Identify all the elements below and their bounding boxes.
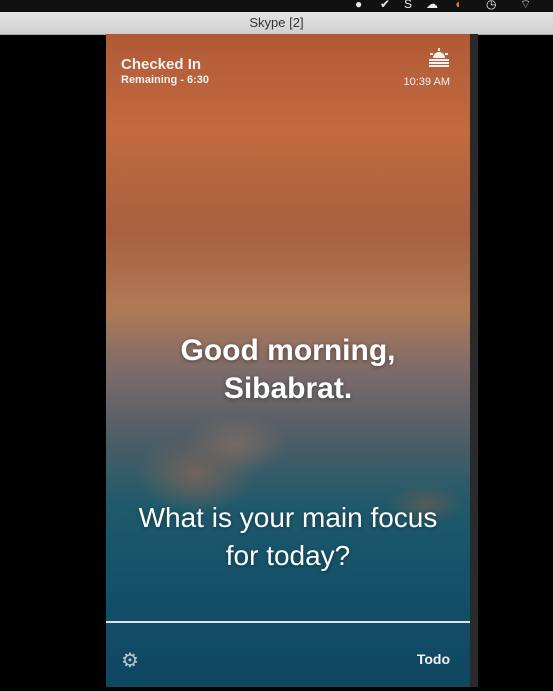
skype-icon[interactable]: S <box>404 0 412 11</box>
focus-prompt-line-2: for today? <box>225 540 351 571</box>
cloud-icon[interactable]: ☁ <box>426 0 438 11</box>
checkin-status[interactable]: Checked In Remaining - 6:30 <box>121 56 209 86</box>
window-title: Skype [2] <box>0 12 553 35</box>
sunrise-icon <box>429 48 449 67</box>
clock-time: 10:39 AM <box>403 76 450 88</box>
weather-time: 10:39 AM <box>404 48 450 88</box>
menu-bar: ● ✔ S ☁ ◖ ◷ ⌔ <box>0 0 553 12</box>
focus-input-underline[interactable] <box>106 621 470 623</box>
chat-icon[interactable]: ● <box>355 0 362 11</box>
focus-prompt-line-1: What is your main focus <box>138 502 438 533</box>
app-icon[interactable]: ◖ <box>454 0 461 11</box>
checked-in-label: Checked In <box>121 56 202 73</box>
check-icon[interactable]: ✔ <box>380 0 390 11</box>
todo-button[interactable]: Todo <box>417 651 450 667</box>
time-machine-icon[interactable]: ◷ <box>486 0 496 11</box>
greeting-line-2: Sibabrat. <box>223 372 353 405</box>
remaining-time: Remaining - 6:30 <box>121 74 210 86</box>
greeting: Good morning, Sibabrat. <box>106 332 470 408</box>
wifi-icon[interactable]: ⌔ <box>520 0 531 12</box>
window-edge <box>470 34 478 687</box>
gear-icon[interactable]: ⚙ <box>121 648 139 673</box>
focus-prompt: What is your main focus for today? <box>106 499 470 575</box>
app-view: Checked In Remaining - 6:30 10:39 AM Goo… <box>106 34 470 687</box>
greeting-line-1: Good morning, <box>180 334 396 367</box>
